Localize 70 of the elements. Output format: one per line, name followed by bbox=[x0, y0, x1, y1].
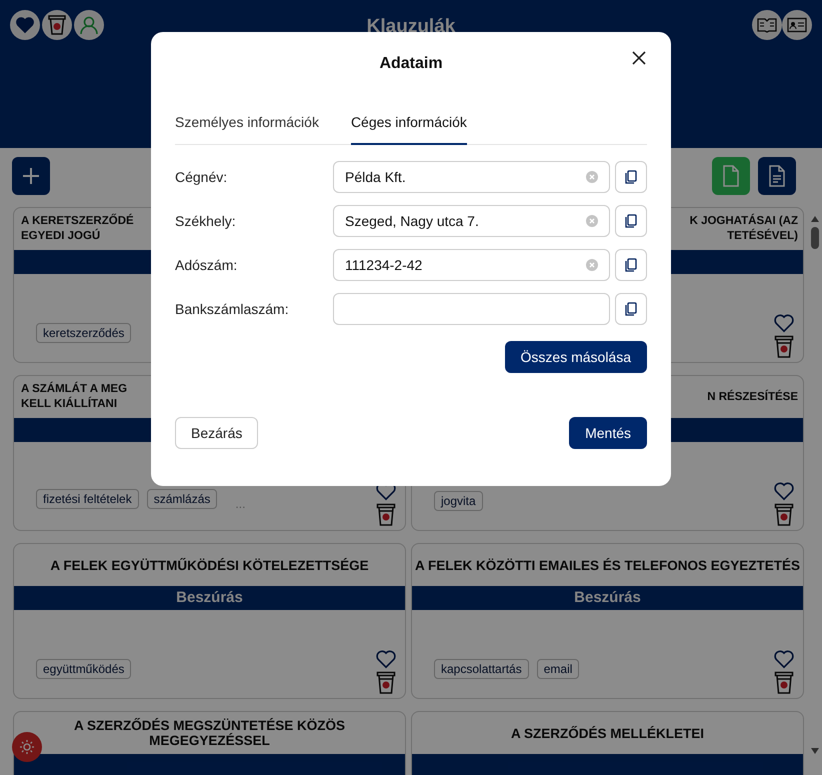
tag[interactable]: együttműködés bbox=[36, 659, 132, 679]
field-label: Székhely: bbox=[175, 213, 237, 229]
clause-title: TETÉSÉVEL) bbox=[727, 229, 798, 244]
user-icon bbox=[79, 15, 99, 35]
clause-title: A SZERZŐDÉS MEGSZÜNTETÉSE KÖZÖS bbox=[74, 718, 346, 733]
clause-title: KELL KIÁLLÍTANI bbox=[21, 397, 118, 412]
cup-icon[interactable] bbox=[774, 671, 794, 695]
field-label: Cégnév: bbox=[175, 169, 228, 185]
id-card-button[interactable] bbox=[782, 10, 812, 40]
cup-icon[interactable] bbox=[376, 503, 396, 527]
copy-button[interactable] bbox=[615, 249, 647, 281]
tag[interactable]: kapcsolattartás bbox=[434, 659, 529, 679]
save-button[interactable]: Mentés bbox=[569, 417, 647, 449]
sun-icon bbox=[19, 739, 35, 755]
clause-title: A SZÁMLÁT A MEG bbox=[21, 382, 128, 396]
clause-title: MEGEGYEZÉSSEL bbox=[149, 733, 270, 748]
text-field[interactable]: 111234-2-42 bbox=[333, 249, 610, 281]
copy-icon bbox=[625, 170, 637, 184]
cup-icon bbox=[47, 14, 67, 36]
clause-title: EGYEDI JOGÚ bbox=[21, 229, 100, 244]
cup-icon[interactable] bbox=[376, 671, 396, 695]
dialog-title: Adataim bbox=[379, 54, 443, 73]
clause-title: A KERETSZERZŐDÉ bbox=[21, 214, 134, 228]
document-button[interactable] bbox=[758, 157, 796, 195]
cup-icon[interactable] bbox=[774, 503, 794, 527]
tag[interactable]: fizetési feltételek bbox=[36, 489, 139, 509]
tab[interactable]: Céges információk bbox=[350, 108, 467, 145]
plus-icon bbox=[22, 167, 40, 185]
page-title: Klauzulák bbox=[366, 15, 456, 38]
scroll-down-icon[interactable] bbox=[810, 747, 820, 755]
scroll-up-icon[interactable] bbox=[810, 215, 820, 223]
tag[interactable]: jogvita bbox=[434, 491, 483, 511]
document-icon bbox=[768, 165, 786, 187]
tag[interactable]: keretszerződés bbox=[36, 323, 132, 343]
copy-icon bbox=[625, 302, 637, 316]
user-button[interactable] bbox=[74, 10, 104, 40]
copy-icon bbox=[625, 214, 637, 228]
tab[interactable]: Személyes információk bbox=[175, 108, 319, 145]
field-label: Bankszámlaszám: bbox=[175, 301, 290, 317]
clause-title: K JOGHATÁSAI (AZ bbox=[690, 214, 798, 228]
id-card-icon bbox=[787, 17, 807, 33]
insert-button[interactable]: Beszúrás bbox=[14, 586, 405, 610]
copy-button[interactable] bbox=[615, 161, 647, 193]
copy-button[interactable] bbox=[615, 293, 647, 325]
text-field[interactable] bbox=[333, 293, 610, 325]
heart-icon bbox=[14, 14, 36, 36]
tag[interactable]: email bbox=[536, 659, 580, 679]
text-field[interactable]: Szeged, Nagy utca 7. bbox=[333, 205, 610, 237]
text-field[interactable]: Példa Kft. bbox=[333, 161, 610, 193]
clause-title: N RÉSZESÍTÉSE bbox=[707, 390, 798, 404]
close-icon[interactable] bbox=[632, 51, 646, 65]
theme-toggle-button[interactable] bbox=[12, 732, 42, 762]
cup-button[interactable] bbox=[42, 10, 72, 40]
scrollbar-thumb[interactable] bbox=[811, 227, 819, 249]
clause-title: A FELEK EGYÜTTMŰKÖDÉSI KÖTELEZETTSÉGE bbox=[50, 558, 369, 572]
book-icon bbox=[757, 17, 777, 33]
favorites-button[interactable] bbox=[10, 10, 40, 40]
clause-title: A FELEK KÖZÖTTI EMAILES ÉS TELEFONOS EGYEZTETÉS bbox=[414, 558, 800, 572]
add-button[interactable] bbox=[12, 157, 50, 195]
cup-icon[interactable] bbox=[774, 335, 794, 359]
copy-button[interactable] bbox=[615, 205, 647, 237]
book-button[interactable] bbox=[752, 10, 782, 40]
insert-button[interactable]: Beszúrás bbox=[412, 586, 803, 610]
close-button[interactable]: Bezárás bbox=[175, 417, 258, 449]
copy-icon bbox=[625, 258, 637, 272]
blank-document-icon bbox=[722, 165, 740, 187]
field-label: Adószám: bbox=[175, 257, 238, 273]
tag[interactable]: számlázás bbox=[146, 489, 218, 509]
copy-all-button[interactable]: Összes másolása bbox=[504, 341, 647, 373]
clause-title: A SZERZŐDÉS MELLÉKLETEI bbox=[510, 726, 704, 740]
